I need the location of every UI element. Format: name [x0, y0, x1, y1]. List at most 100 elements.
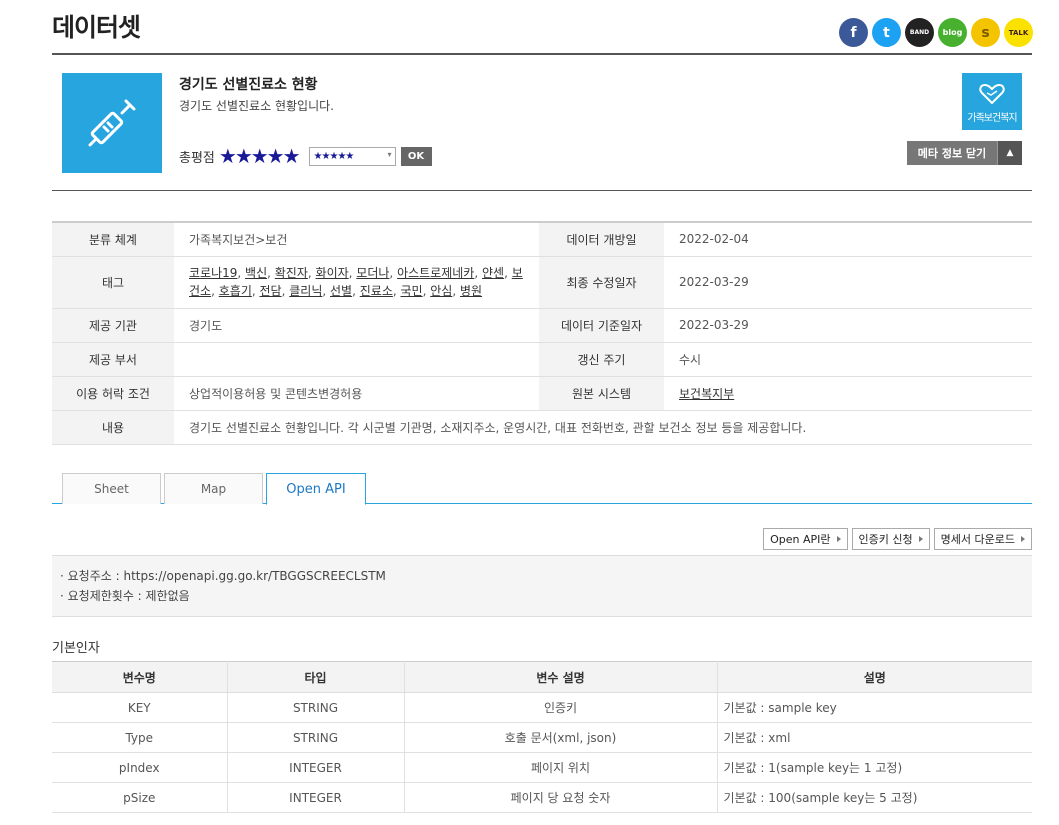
meta-toggle-button[interactable]: 메타 정보 닫기 ▲	[907, 141, 1022, 165]
meta-table: 분류 체계 가족복지보건>보건 데이터 개방일 2022-02-04 태그 코로…	[52, 221, 1032, 445]
meta-value: 가족복지보건>보건	[174, 222, 539, 257]
tag-link[interactable]: 아스트로제네카	[397, 266, 474, 280]
category-badge-label: 가족보건복지	[967, 113, 1017, 124]
table-cell: 페이지 당 요청 숫자	[404, 782, 718, 813]
title-divider	[52, 53, 1032, 55]
table-cell: 기본값 : 100(sample key는 5 고정)	[717, 782, 1032, 813]
table-cell: pIndex	[52, 752, 228, 783]
rating-row: 총평점 ★★★★★ ★★★★★ ▾ OK	[179, 146, 432, 166]
syringe-icon	[88, 99, 136, 147]
kakaotalk-icon[interactable]: TALK	[1004, 18, 1033, 47]
meta-value: 2022-03-29	[664, 308, 1032, 343]
dataset-title: 경기도 선별진료소 현황	[179, 77, 318, 93]
meta-value	[174, 342, 539, 377]
table-cell: STRING	[227, 722, 405, 753]
tag-link[interactable]: 화이자	[316, 266, 349, 280]
table-row: Type STRING 호출 문서(xml, json) 기본값 : xml	[52, 722, 1032, 753]
meta-row: 내용 경기도 선별진료소 현황입니다. 각 시군별 기관명, 소재지주소, 운영…	[52, 410, 1032, 445]
tag-separator: ,	[251, 284, 260, 298]
source-system-link[interactable]: 보건복지부	[679, 387, 734, 401]
meta-label: 내용	[52, 410, 174, 445]
meta-label: 이용 허락 조건	[52, 376, 174, 411]
dataset-thumbnail	[62, 73, 162, 173]
blog-icon[interactable]: blog	[938, 18, 967, 47]
view-tabs: Sheet Map Open API	[52, 473, 1032, 505]
meta-label: 원본 시스템	[539, 376, 664, 411]
rating-stars: ★★★★★	[218, 144, 301, 168]
tag-link[interactable]: 호흡기	[219, 284, 252, 298]
request-limit: · 요청제한횟수 : 제한없음	[60, 589, 190, 603]
band-icon[interactable]: BAND	[905, 18, 934, 47]
meta-value: 2022-02-04	[664, 222, 1032, 257]
header-divider	[52, 190, 1032, 191]
tab-open-api[interactable]: Open API	[266, 473, 366, 505]
tag-link[interactable]: 모더나	[356, 266, 389, 280]
tag-separator: ,	[322, 284, 330, 298]
rating-select-value: ★★★★★	[313, 150, 355, 162]
meta-row: 제공 부서 갱신 주기 수시	[52, 342, 1032, 377]
tag-link[interactable]: 클리닉	[289, 284, 322, 298]
rating-ok-button[interactable]: OK	[400, 146, 432, 166]
tag-separator: ,	[211, 284, 219, 298]
table-cell: 페이지 위치	[404, 752, 718, 783]
meta-label: 갱신 주기	[539, 342, 664, 377]
meta-label: 제공 기관	[52, 308, 174, 343]
table-cell: INTEGER	[227, 782, 405, 813]
meta-toggle-label: 메타 정보 닫기	[907, 141, 997, 165]
meta-label: 최종 수정일자	[539, 256, 664, 309]
tag-link[interactable]: 백신	[245, 266, 267, 280]
table-cell: STRING	[227, 692, 405, 723]
share-bar: f t BAND blog s TALK	[839, 18, 1033, 47]
category-badge[interactable]: 가족보건복지	[962, 73, 1022, 130]
params-section-title: 기본인자	[52, 641, 100, 656]
tag-link[interactable]: 얀센	[482, 266, 504, 280]
meta-label: 제공 부서	[52, 342, 174, 377]
tag-link[interactable]: 진료소	[360, 284, 393, 298]
facebook-icon[interactable]: f	[839, 18, 868, 47]
chevron-up-icon: ▲	[997, 141, 1022, 165]
tag-list: 코로나19, 백신, 확진자, 화이자, 모더나, 아스트로제네카, 얀센, 보…	[174, 256, 539, 309]
meta-value: 상업적이용허용 및 콘텐츠변경허용	[174, 376, 539, 411]
api-key-request-button[interactable]: 인증키 신청	[851, 528, 930, 550]
meta-row: 분류 체계 가족복지보건>보건 데이터 개방일 2022-02-04	[52, 222, 1032, 257]
rating-label: 총평점	[179, 150, 215, 166]
tag-link[interactable]: 코로나19	[189, 266, 237, 280]
meta-row: 태그 코로나19, 백신, 확진자, 화이자, 모더나, 아스트로제네카, 얀센…	[52, 256, 1032, 309]
table-cell: 기본값 : 1(sample key는 1 고정)	[717, 752, 1032, 783]
tab-map[interactable]: Map	[164, 473, 263, 504]
table-cell: pSize	[52, 782, 228, 813]
tab-sheet[interactable]: Sheet	[62, 473, 161, 504]
kakaostory-icon[interactable]: s	[971, 18, 1000, 47]
tag-link[interactable]: 전담	[260, 284, 282, 298]
open-api-info-button[interactable]: Open API란	[763, 528, 848, 550]
tag-link[interactable]: 선별	[330, 284, 352, 298]
table-cell: INTEGER	[227, 752, 405, 783]
params-table: 변수명 타입 변수 설명 설명 KEY STRING 인증키 기본값 : sample…	[52, 661, 1032, 813]
tag-link[interactable]: 안심	[430, 284, 452, 298]
column-header: 타입	[227, 661, 405, 693]
meta-label: 데이터 개방일	[539, 222, 664, 257]
meta-value: 수시	[664, 342, 1032, 377]
tag-link[interactable]: 확진자	[275, 266, 308, 280]
request-info-box: · 요청주소 : https://openapi.gg.go.kr/TBGGSC…	[52, 555, 1032, 617]
meta-value: 보건복지부	[664, 376, 1032, 411]
tag-link[interactable]: 병원	[460, 284, 482, 298]
meta-row: 제공 기관 경기도 데이터 기준일자 2022-03-29	[52, 308, 1032, 343]
meta-value: 경기도	[174, 308, 539, 343]
table-cell: KEY	[52, 692, 228, 723]
tag-separator: ,	[452, 284, 460, 298]
rating-select[interactable]: ★★★★★ ▾	[308, 146, 396, 166]
table-cell: Type	[52, 722, 228, 753]
column-header: 설명	[717, 661, 1032, 693]
table-row: pIndex INTEGER 페이지 위치 기본값 : 1(sample key는 1…	[52, 752, 1032, 783]
tag-separator: ,	[237, 266, 246, 280]
twitter-icon[interactable]: t	[872, 18, 901, 47]
tag-separator: ,	[474, 266, 482, 280]
tag-separator: ,	[352, 284, 360, 298]
table-row: KEY STRING 인증키 기본값 : sample key	[52, 692, 1032, 723]
tag-separator: ,	[392, 284, 401, 298]
spec-download-button[interactable]: 명세서 다운로드	[933, 528, 1032, 550]
heart-icon	[979, 83, 1005, 105]
meta-label: 분류 체계	[52, 222, 174, 257]
tag-link[interactable]: 국민	[401, 284, 423, 298]
